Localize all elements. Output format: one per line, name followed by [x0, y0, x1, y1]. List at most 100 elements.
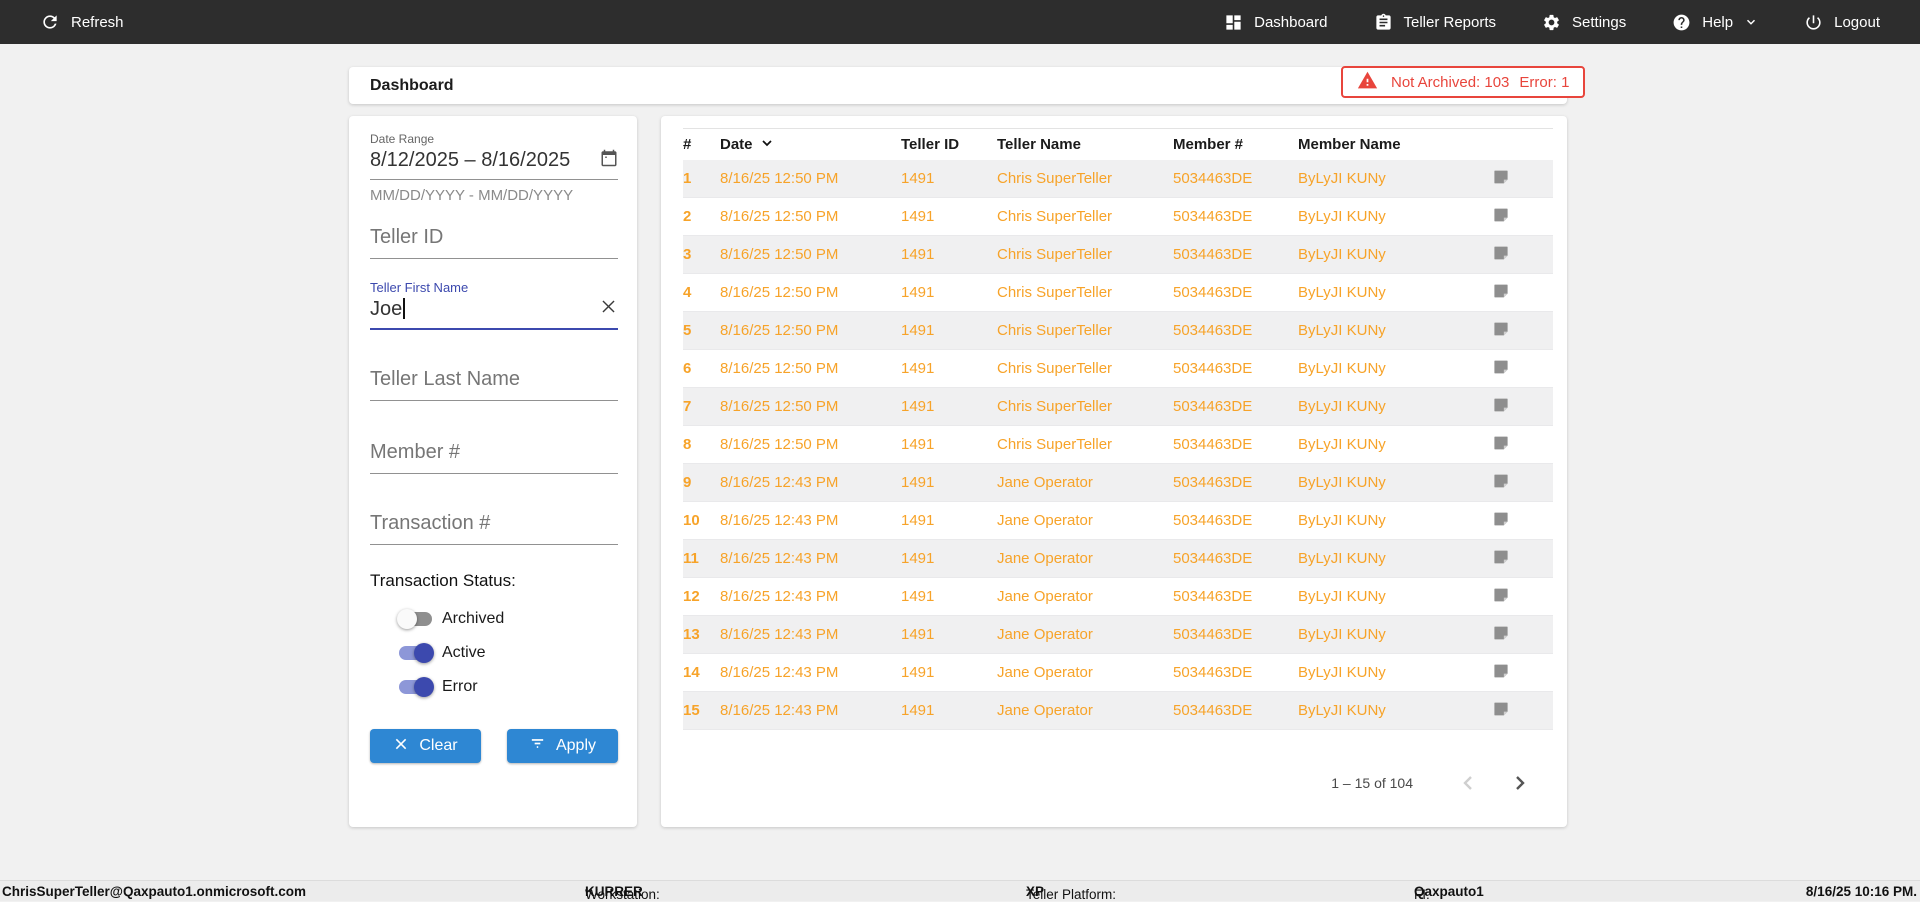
- date-cell: 8/16/25 12:50 PM: [720, 360, 839, 377]
- teller-name-cell: Jane Operator: [997, 702, 1093, 719]
- note-icon[interactable]: [1492, 700, 1510, 722]
- note-icon[interactable]: [1492, 548, 1510, 570]
- table-row[interactable]: 2 8/16/25 12:50 PM 1491 Chris SuperTelle…: [683, 198, 1553, 236]
- toggle-switch: [397, 609, 432, 629]
- teller-name-cell: Chris SuperTeller: [997, 322, 1113, 339]
- member-number-cell: 5034463DE: [1173, 702, 1253, 719]
- date-format-hint: MM/DD/YYYY - MM/DD/YYYY: [370, 187, 574, 204]
- member-name-cell: ByLyJI KUNy: [1298, 588, 1386, 605]
- nav-settings[interactable]: Settings: [1542, 13, 1626, 32]
- member-name-cell: ByLyJI KUNy: [1298, 246, 1386, 263]
- table-row[interactable]: 7 8/16/25 12:50 PM 1491 Chris SuperTelle…: [683, 388, 1553, 426]
- note-icon[interactable]: [1492, 358, 1510, 380]
- table-row[interactable]: 6 8/16/25 12:50 PM 1491 Chris SuperTelle…: [683, 350, 1553, 388]
- table-row[interactable]: 8 8/16/25 12:50 PM 1491 Chris SuperTelle…: [683, 426, 1553, 464]
- note-icon[interactable]: [1492, 624, 1510, 646]
- transaction-number-input[interactable]: [370, 512, 618, 545]
- table-row[interactable]: 5 8/16/25 12:50 PM 1491 Chris SuperTelle…: [683, 312, 1553, 350]
- table-row[interactable]: 10 8/16/25 12:43 PM 1491 Jane Operator 5…: [683, 502, 1553, 540]
- note-icon[interactable]: [1492, 510, 1510, 532]
- member-name-cell: ByLyJI KUNy: [1298, 512, 1386, 529]
- calendar-icon[interactable]: [600, 149, 618, 172]
- teller-id-cell: 1491: [901, 550, 935, 567]
- column-header-date[interactable]: Date: [720, 135, 901, 155]
- refresh-button[interactable]: Refresh: [40, 12, 124, 32]
- nav-help[interactable]: Help: [1672, 13, 1758, 32]
- nav-dashboard[interactable]: Dashboard: [1224, 13, 1328, 32]
- note-icon[interactable]: [1492, 396, 1510, 418]
- teller-id-cell: 1491: [901, 208, 935, 225]
- member-number-input[interactable]: [370, 441, 618, 474]
- reports-icon: [1374, 13, 1393, 32]
- nav-teller-reports[interactable]: Teller Reports: [1374, 13, 1496, 32]
- row-number-cell: 14: [683, 664, 700, 681]
- teller-id-cell: 1491: [901, 702, 935, 719]
- table-row[interactable]: 15 8/16/25 12:43 PM 1491 Jane Operator 5…: [683, 692, 1553, 730]
- member-number-cell: 5034463DE: [1173, 322, 1253, 339]
- toggle-archived[interactable]: Archived: [370, 607, 618, 631]
- teller-last-name-input[interactable]: [370, 368, 618, 401]
- note-icon[interactable]: [1492, 434, 1510, 456]
- teller-id-cell: 1491: [901, 436, 935, 453]
- clear-field-icon[interactable]: [599, 297, 618, 321]
- next-page-button[interactable]: [1507, 771, 1531, 795]
- member-name-cell: ByLyJI KUNy: [1298, 664, 1386, 681]
- column-header-member-name[interactable]: Member Name: [1298, 136, 1488, 153]
- member-name-cell: ByLyJI KUNy: [1298, 436, 1386, 453]
- date-range-field[interactable]: 8/12/2025 – 8/16/2025: [370, 149, 618, 180]
- table-row[interactable]: 12 8/16/25 12:43 PM 1491 Jane Operator 5…: [683, 578, 1553, 616]
- teller-name-cell: Chris SuperTeller: [997, 360, 1113, 377]
- table-row[interactable]: 4 8/16/25 12:50 PM 1491 Chris SuperTelle…: [683, 274, 1553, 312]
- member-number-cell: 5034463DE: [1173, 398, 1253, 415]
- note-icon[interactable]: [1492, 206, 1510, 228]
- note-icon[interactable]: [1492, 282, 1510, 304]
- column-header-num[interactable]: #: [683, 136, 720, 153]
- row-number-cell: 15: [683, 702, 700, 719]
- table-row[interactable]: 9 8/16/25 12:43 PM 1491 Jane Operator 50…: [683, 464, 1553, 502]
- note-icon[interactable]: [1492, 472, 1510, 494]
- column-header-teller-id[interactable]: Teller ID: [901, 136, 997, 153]
- dashboard-icon: [1224, 13, 1243, 32]
- nav-settings-label: Settings: [1572, 13, 1627, 31]
- column-header-member-num[interactable]: Member #: [1173, 136, 1298, 153]
- row-number-cell: 3: [683, 246, 692, 263]
- row-number-cell: 4: [683, 284, 692, 301]
- status-bar: ChrisSuperTeller@Qaxpauto1.onmicrosoft.c…: [0, 880, 1920, 902]
- teller-name-cell: Jane Operator: [997, 588, 1093, 605]
- teller-first-name-field[interactable]: [370, 297, 618, 330]
- nav-logout[interactable]: Logout: [1804, 13, 1880, 32]
- teller-id-cell: 1491: [901, 246, 935, 263]
- table-row[interactable]: 13 8/16/25 12:43 PM 1491 Jane Operator 5…: [683, 616, 1553, 654]
- table-row[interactable]: 3 8/16/25 12:50 PM 1491 Chris SuperTelle…: [683, 236, 1553, 274]
- error-count: Error: 1: [1519, 73, 1570, 91]
- table-row[interactable]: 14 8/16/25 12:43 PM 1491 Jane Operator 5…: [683, 654, 1553, 692]
- apply-button[interactable]: Apply: [507, 729, 618, 763]
- column-header-teller-name[interactable]: Teller Name: [997, 136, 1173, 153]
- table-row[interactable]: 11 8/16/25 12:43 PM 1491 Jane Operator 5…: [683, 540, 1553, 578]
- teller-id-cell: 1491: [901, 284, 935, 301]
- note-icon[interactable]: [1492, 320, 1510, 342]
- note-icon[interactable]: [1492, 168, 1510, 190]
- note-icon[interactable]: [1492, 586, 1510, 608]
- teller-name-cell: Jane Operator: [997, 626, 1093, 643]
- close-icon: [393, 736, 409, 757]
- date-range-label: Date Range: [370, 132, 435, 146]
- clear-button[interactable]: Clear: [370, 729, 481, 763]
- date-cell: 8/16/25 12:43 PM: [720, 702, 839, 719]
- toggle-active[interactable]: Active: [370, 641, 618, 665]
- teller-id-input[interactable]: [370, 226, 618, 259]
- table-row[interactable]: 1 8/16/25 12:50 PM 1491 Chris SuperTelle…: [683, 160, 1553, 198]
- teller-name-cell: Chris SuperTeller: [997, 208, 1113, 225]
- note-icon[interactable]: [1492, 244, 1510, 266]
- row-number-cell: 8: [683, 436, 692, 453]
- row-number-cell: 5: [683, 322, 692, 339]
- teller-name-cell: Chris SuperTeller: [997, 246, 1113, 263]
- member-number-cell: 5034463DE: [1173, 208, 1253, 225]
- not-archived-alert-badge[interactable]: Not Archived: 103 Error: 1: [1341, 66, 1586, 98]
- note-icon[interactable]: [1492, 662, 1510, 684]
- member-name-cell: ByLyJI KUNy: [1298, 322, 1386, 339]
- teller-id-cell: 1491: [901, 664, 935, 681]
- toggle-error[interactable]: Error: [370, 675, 618, 699]
- member-number-cell: 5034463DE: [1173, 512, 1253, 529]
- sort-desc-icon: [759, 135, 775, 155]
